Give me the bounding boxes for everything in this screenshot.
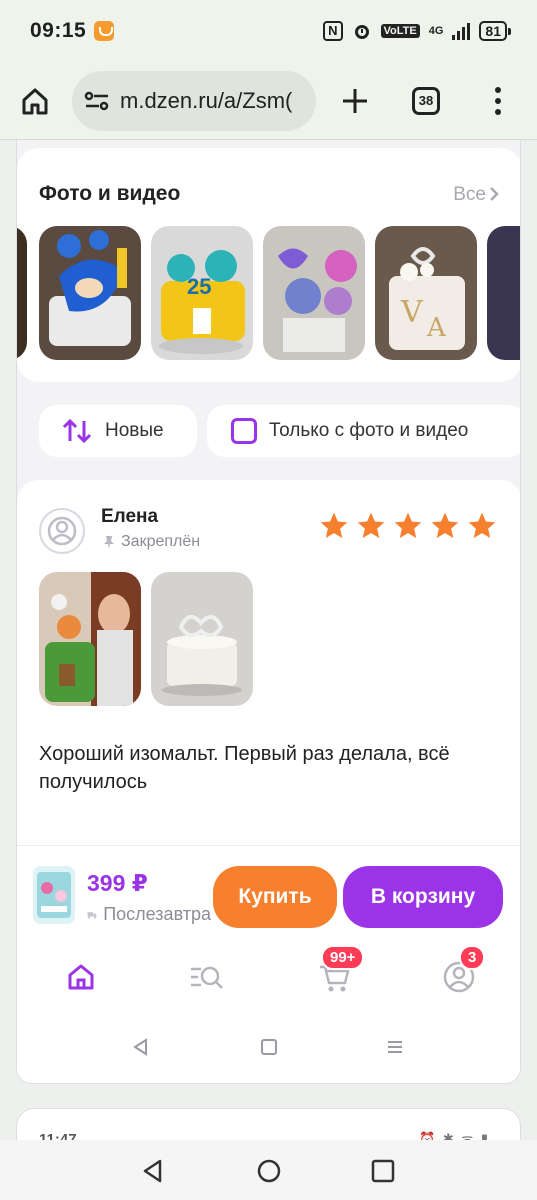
cart-nav-item[interactable]: 99+ [317, 945, 365, 995]
sort-label: Новые [105, 420, 164, 441]
signal-icon [452, 22, 471, 40]
star-icon [468, 512, 496, 538]
url-text: m.dzen.ru/a/Zsm( [120, 87, 293, 113]
more-menu-icon[interactable] [494, 86, 502, 115]
media-thumbnail[interactable] [263, 226, 365, 360]
star-icon [394, 512, 422, 538]
browser-toolbar: m.dzen.ru/a/Zsm( 38 [0, 62, 537, 140]
truck-icon [87, 911, 97, 918]
cart-badge: 99+ [321, 945, 365, 970]
media-thumbnail[interactable]: 25 [151, 226, 253, 360]
media-thumbnail[interactable] [39, 226, 141, 360]
media-carousel[interactable]: 25 VA [17, 226, 520, 362]
checkbox[interactable] [231, 418, 257, 444]
user-icon [47, 516, 77, 546]
review-photo[interactable] [151, 572, 253, 706]
back-icon[interactable] [140, 1158, 166, 1184]
media-thumbnail[interactable]: VA [375, 226, 477, 360]
chevron-right-icon[interactable] [488, 186, 500, 202]
product-price: 399 ₽ [87, 870, 148, 896]
status-bar: 09:15 N VoLTE 4G 81 [0, 0, 537, 62]
alarm-icon [354, 25, 369, 39]
tab-switcher-button[interactable]: 38 [412, 86, 440, 115]
star-icon [431, 512, 459, 538]
sort-icon [62, 418, 92, 444]
rating-stars [318, 510, 498, 542]
review-author: Елена [101, 506, 159, 527]
star-icon [320, 512, 348, 538]
delivery-info: Послезавтра [87, 904, 211, 925]
pinned-label: Закреплён [121, 533, 201, 550]
buy-bar: 399 ₽ Послезавтра Купить В корзину [17, 845, 520, 941]
app-navigation: 99+ 3 [17, 941, 520, 1013]
avatar [39, 508, 85, 554]
recents-icon [388, 1041, 402, 1053]
media-all-link[interactable]: Все [453, 184, 486, 206]
media-thumbnail[interactable] [17, 226, 27, 360]
review-photo[interactable] [39, 572, 141, 706]
home-square-icon [261, 1039, 277, 1055]
add-to-cart-button[interactable]: В корзину [343, 866, 503, 928]
site-settings-icon[interactable] [84, 90, 110, 112]
media-section: Фото и видео Все 25 VA [17, 148, 520, 382]
pin-icon [104, 536, 114, 549]
recents-square-icon[interactable] [370, 1158, 396, 1184]
system-navigation [0, 1140, 537, 1200]
address-bar[interactable]: m.dzen.ru/a/Zsm( [72, 70, 316, 131]
svg-text:25: 25 [187, 274, 211, 299]
profile-badge: 3 [459, 945, 486, 970]
embedded-system-nav [17, 1013, 520, 1083]
photo-only-filter[interactable]: Только с фото и видео [207, 405, 520, 457]
svg-text:V: V [400, 295, 424, 330]
star-icon [357, 512, 385, 538]
review-text: Хороший изомальт. Первый раз делала, всё… [39, 743, 450, 793]
battery-icon: 81 [479, 21, 511, 41]
catalog-search-icon[interactable] [189, 959, 225, 995]
nfc-icon: N [323, 21, 343, 41]
page-content: Фото и видео Все 25 VA Новые Только с фо… [16, 140, 521, 1084]
media-thumbnail[interactable] [487, 226, 520, 360]
media-title: Фото и видео [39, 182, 181, 205]
notification-icon [94, 21, 115, 41]
volte-icon: VoLTE [380, 24, 420, 38]
buy-button[interactable]: Купить [213, 866, 337, 928]
pinned-status: Закреплён [101, 533, 200, 551]
delivery-label: Послезавтра [103, 904, 211, 924]
back-icon [133, 1038, 147, 1056]
home-circle-icon[interactable] [256, 1158, 282, 1184]
home-icon[interactable] [63, 959, 99, 995]
network-type: 4G [428, 24, 444, 37]
home-icon[interactable] [20, 86, 50, 116]
profile-nav-item[interactable]: 3 [441, 945, 486, 995]
status-time: 09:15 [30, 19, 87, 42]
product-thumbnail[interactable] [33, 866, 75, 924]
svg-text:A: A [426, 313, 447, 343]
new-tab-icon[interactable] [340, 86, 370, 116]
photo-only-label: Только с фото и видео [269, 420, 469, 441]
status-icons: N VoLTE 4G 81 [323, 21, 511, 41]
sort-new-chip[interactable]: Новые [39, 405, 197, 457]
